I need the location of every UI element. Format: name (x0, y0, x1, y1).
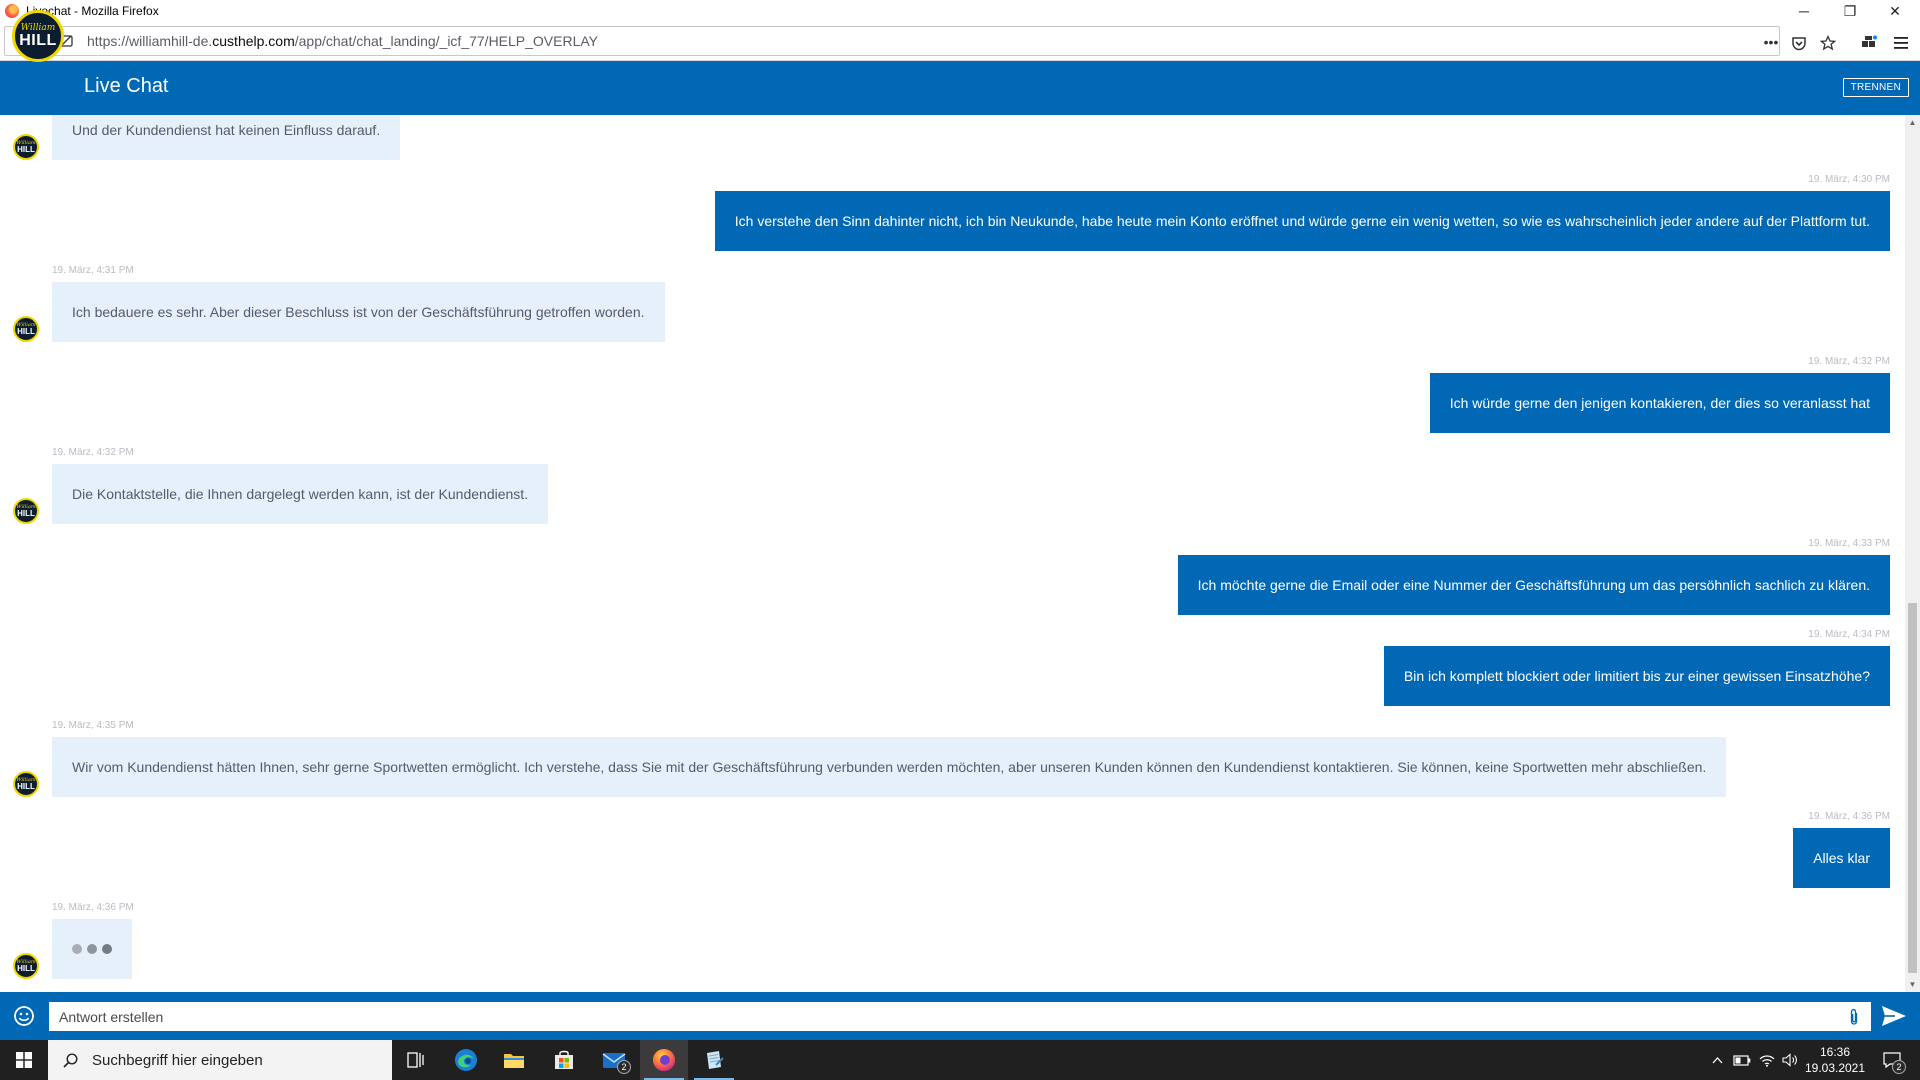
window-titlebar: Livechat - Mozilla Firefox ─ ❐ ✕ (0, 0, 1920, 22)
disconnect-button[interactable]: TRENNEN (1842, 78, 1909, 97)
typing-indicator (52, 919, 132, 979)
agent-avatar: William HILL (13, 771, 39, 797)
search-placeholder: Suchbegriff hier eingeben (92, 1051, 263, 1069)
reply-input[interactable] (59, 1003, 1819, 1030)
avatar-main-text: HILL (17, 963, 35, 973)
restore-button[interactable]: ❐ (1827, 0, 1873, 22)
file-explorer-icon[interactable] (490, 1040, 538, 1080)
agent-avatar: William HILL (13, 316, 39, 342)
close-button[interactable]: ✕ (1872, 0, 1918, 22)
url-path: /app/chat/chat_landing/_icf_77/HELP_OVER… (294, 33, 599, 49)
extensions-icon[interactable] (1858, 32, 1880, 54)
mail-icon[interactable]: 2 (590, 1040, 638, 1080)
user-message: Ich möchte gerne die Email oder eine Num… (1177, 555, 1890, 615)
user-message: Bin ich komplett blockiert oder limitier… (1383, 646, 1890, 706)
clock-date: 19.03.2021 (1804, 1061, 1866, 1075)
message-timestamp: 19. März, 4:34 PM (1808, 629, 1890, 640)
send-icon[interactable] (1880, 1004, 1908, 1028)
user-message: Alles klar (1793, 828, 1890, 888)
task-view-icon[interactable] (392, 1040, 440, 1080)
agent-message: Wir vom Kundendienst hätten Ihnen, sehr … (52, 737, 1727, 797)
bookmark-star-icon[interactable] (1817, 32, 1839, 54)
paperclip-icon[interactable] (1845, 1007, 1863, 1027)
typing-dot (102, 944, 112, 954)
mail-badge: 2 (617, 1060, 631, 1074)
william-hill-logo: William HILL (12, 10, 64, 62)
user-message: Ich würde gerne den jenigen kontakieren,… (1429, 373, 1890, 433)
notification-center-icon[interactable]: 2 (1872, 1040, 1912, 1080)
volume-icon[interactable] (1779, 1040, 1801, 1080)
avatar-main-text: HILL (17, 144, 35, 154)
page-actions-button[interactable]: ••• (1761, 32, 1781, 52)
chat-title: Live Chat (84, 75, 169, 97)
avatar-main-text: HILL (17, 326, 35, 336)
user-message: Ich verstehe den Sinn dahinter nicht, ic… (714, 191, 1890, 251)
chat-composer (0, 992, 1920, 1040)
chat-header: Live Chat TRENNEN (0, 61, 1920, 115)
message-timestamp: 19. März, 4:35 PM (52, 720, 134, 731)
agent-avatar: William HILL (13, 498, 39, 524)
notepad-icon[interactable] (690, 1040, 738, 1080)
firefox-taskbar-icon[interactable] (640, 1040, 688, 1080)
windows-start-icon[interactable] (0, 1040, 48, 1080)
windows-taskbar: Suchbegriff hier eingeben 2 16:36 19.03.… (0, 1040, 1920, 1080)
avatar-main-text: HILL (17, 781, 35, 791)
agent-avatar: William HILL (13, 953, 39, 979)
firefox-icon (5, 4, 19, 18)
hamburger-menu-icon[interactable] (1890, 32, 1912, 54)
taskbar-clock[interactable]: 16:36 19.03.2021 (1802, 1044, 1868, 1076)
agent-message: Ich bedauere es sehr. Aber dieser Beschl… (52, 282, 665, 342)
wifi-icon[interactable] (1756, 1040, 1778, 1080)
message-timestamp: 19. März, 4:30 PM (1808, 174, 1890, 185)
pocket-icon[interactable] (1788, 32, 1810, 54)
scroll-up-arrow-icon[interactable]: ▲ (1905, 115, 1920, 130)
emoji-icon[interactable] (12, 1004, 36, 1028)
url-prefix: https://williamhill-de. (87, 33, 213, 49)
message-timestamp: 19. März, 4:31 PM (52, 265, 134, 276)
agent-message: Die Kontaktstelle, die Ihnen dargelegt w… (52, 464, 549, 524)
typing-dot (87, 944, 97, 954)
message-timestamp: 19. März, 4:36 PM (52, 902, 134, 913)
message-timestamp: 19. März, 4:33 PM (1808, 538, 1890, 549)
taskbar-search[interactable]: Suchbegriff hier eingeben (48, 1040, 392, 1080)
scrollbar-thumb[interactable] (1908, 603, 1917, 973)
battery-icon[interactable] (1730, 1040, 1754, 1080)
logo-main-text: HILL (19, 31, 57, 49)
typing-dot (72, 944, 82, 954)
clock-time: 16:36 (1819, 1045, 1851, 1059)
minimize-button[interactable]: ─ (1781, 0, 1827, 22)
message-timestamp: 19. März, 4:32 PM (52, 447, 134, 458)
url-domain: custhelp.com (212, 33, 295, 49)
url-bar[interactable]: https://williamhill-de.custhelp.com/app/… (4, 26, 1780, 56)
tray-chevron-up-icon[interactable] (1707, 1040, 1727, 1080)
scroll-down-arrow-icon[interactable]: ▼ (1905, 977, 1920, 992)
notification-badge: 2 (1892, 1060, 1906, 1074)
url-text[interactable]: https://williamhill-de.custhelp.com/app/… (87, 33, 598, 49)
message-timestamp: 19. März, 4:32 PM (1808, 356, 1890, 367)
message-timestamp: 19. März, 4:36 PM (1808, 811, 1890, 822)
transcript-scrollbar[interactable]: ▲ ▼ (1905, 115, 1920, 992)
avatar-main-text: HILL (17, 508, 35, 518)
edge-browser-icon[interactable] (442, 1040, 490, 1080)
reply-box (49, 1002, 1871, 1031)
search-icon (62, 1052, 78, 1068)
agent-message: Und der Kundendienst hat keinen Einfluss… (52, 115, 401, 160)
browser-navbar: https://williamhill-de.custhelp.com/app/… (0, 22, 1920, 61)
agent-avatar: William HILL (13, 134, 39, 160)
chat-transcript[interactable]: Und der Kundendienst hat keinen Einfluss… (0, 115, 1905, 992)
microsoft-store-icon[interactable] (540, 1040, 588, 1080)
